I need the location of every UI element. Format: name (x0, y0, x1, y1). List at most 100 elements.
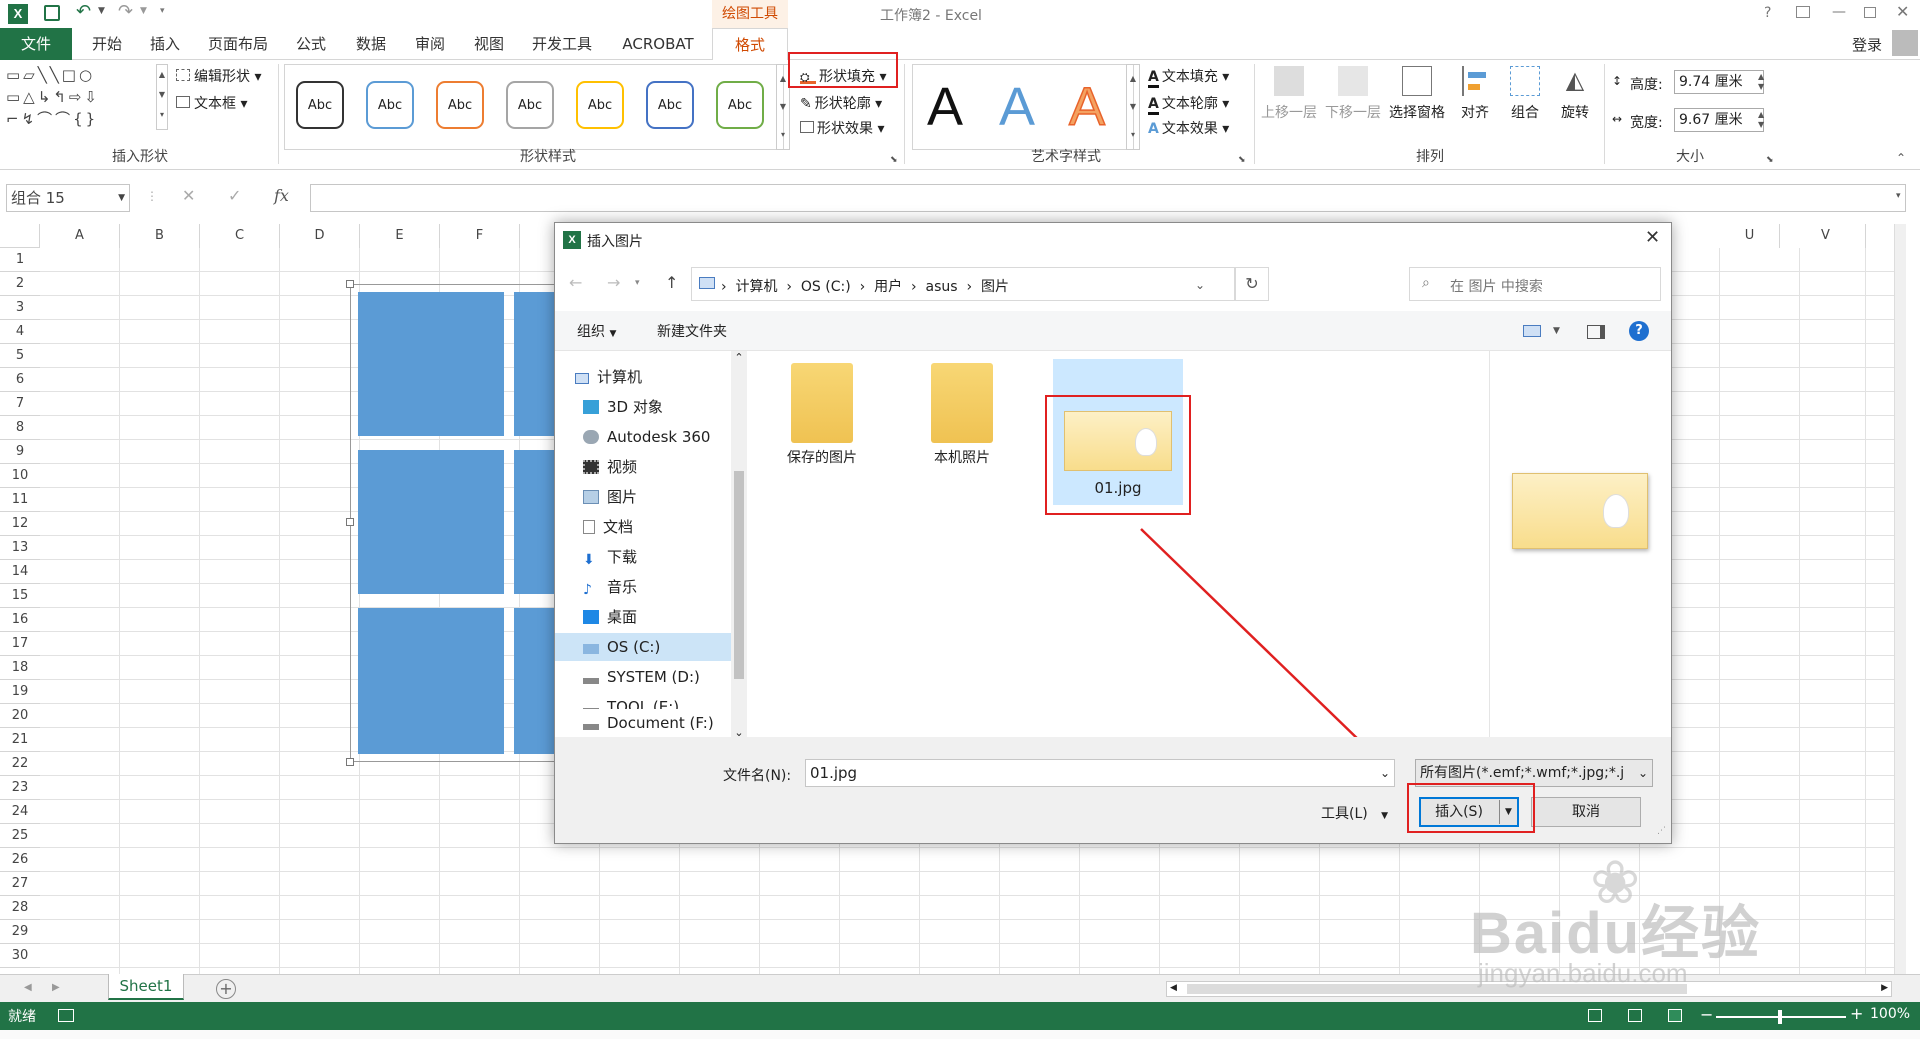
zoom-level[interactable]: 100% (1870, 1006, 1910, 1022)
select-all-corner[interactable] (0, 224, 40, 248)
resize-handle[interactable] (346, 518, 354, 526)
redo-icon[interactable]: ↷ (118, 3, 133, 21)
row-header[interactable]: 5 (0, 344, 40, 368)
shape-style-3[interactable]: Abc (436, 81, 484, 129)
shape-style-4[interactable]: Abc (506, 81, 554, 129)
filename-dropdown-icon[interactable]: ⌄ (1380, 760, 1390, 786)
tab-acrobat[interactable]: ACROBAT (612, 28, 704, 60)
text-effects-button[interactable]: A 文本效果 ▾ (1148, 118, 1229, 138)
ribbon-display-icon[interactable] (1796, 6, 1810, 18)
tab-home[interactable]: 开始 (82, 28, 132, 60)
close-window-icon[interactable]: ✕ (1896, 4, 1909, 20)
column-header[interactable]: V (1786, 224, 1866, 248)
row-header[interactable]: 28 (0, 896, 40, 920)
column-header[interactable]: E (360, 224, 440, 248)
text-fill-button[interactable]: A 文本填充 ▾ (1148, 66, 1229, 88)
row-header[interactable]: 12 (0, 512, 40, 536)
help-icon[interactable]: ? (1764, 6, 1771, 20)
shape-block-4[interactable] (514, 450, 554, 594)
shape-style-1[interactable]: Abc (296, 81, 344, 129)
name-box[interactable]: 组合 15 ▼ (6, 184, 130, 212)
row-header[interactable]: 23 (0, 776, 40, 800)
shape-style-gallery[interactable]: Abc Abc Abc Abc Abc Abc Abc (284, 64, 784, 150)
size-launcher-icon[interactable]: ⬊ (1766, 156, 1774, 165)
redo-dropdown-icon[interactable]: ▼ (140, 7, 147, 16)
row-header[interactable]: 8 (0, 416, 40, 440)
shape-block-6[interactable] (514, 608, 554, 754)
row-header[interactable]: 4 (0, 320, 40, 344)
save-icon[interactable] (44, 5, 60, 21)
row-header[interactable]: 10 (0, 464, 40, 488)
row-header[interactable]: 20 (0, 704, 40, 728)
cancel-entry-icon[interactable]: ✕ (182, 188, 195, 204)
row-header[interactable]: 13 (0, 536, 40, 560)
shape-effects-button[interactable]: 形状效果 ▾ (800, 118, 884, 138)
tab-review[interactable]: 审阅 (405, 28, 455, 60)
shape-block-3[interactable] (358, 450, 504, 594)
sheet-tab-active[interactable]: Sheet1 (108, 974, 184, 1000)
rotate-button[interactable]: ◭ 旋转 (1552, 66, 1598, 146)
zoom-out-icon[interactable]: − (1700, 1005, 1713, 1024)
shape-block-2[interactable] (514, 292, 554, 436)
row-header[interactable]: 26 (0, 848, 40, 872)
width-spinner-icon[interactable]: ▲ ▼ (1758, 110, 1764, 130)
height-spinner-icon[interactable]: ▲ ▼ (1758, 72, 1764, 92)
zoom-slider[interactable] (1716, 1010, 1846, 1024)
tab-formulas[interactable]: 公式 (286, 28, 336, 60)
wordart-scroll-icon[interactable]: ▲ ▼ ▾ (1126, 64, 1140, 150)
macro-record-icon[interactable] (58, 1009, 74, 1022)
tab-data[interactable]: 数据 (346, 28, 396, 60)
resize-grip-icon[interactable]: ⋰ (1657, 827, 1666, 836)
vertical-scrollbar[interactable] (1894, 224, 1906, 976)
row-header[interactable]: 7 (0, 392, 40, 416)
text-outline-button[interactable]: A 文本轮廓 ▾ (1148, 93, 1229, 115)
width-input[interactable]: 9.67 厘米 (1674, 108, 1764, 132)
row-header[interactable]: 2 (0, 272, 40, 296)
insert-function-icon[interactable]: fx (274, 188, 289, 204)
row-header[interactable]: 17 (0, 632, 40, 656)
column-header[interactable]: C (200, 224, 280, 248)
row-header[interactable]: 6 (0, 368, 40, 392)
shapes-gallery-scroll-icon[interactable]: ▲ ▼ ▾ (156, 64, 168, 130)
cancel-button[interactable]: 取消 (1531, 797, 1641, 827)
column-header[interactable]: F (440, 224, 520, 248)
confirm-entry-icon[interactable]: ✓ (228, 188, 241, 204)
zoom-in-icon[interactable]: + (1850, 1004, 1863, 1023)
text-box-button[interactable]: 文本框 ▾ (176, 93, 247, 113)
zoom-slider-thumb[interactable] (1778, 1010, 1782, 1024)
next-sheet-icon[interactable]: ▶ (52, 983, 60, 993)
name-box-dropdown-icon[interactable]: ▼ (118, 185, 125, 211)
shapes-gallery[interactable]: ▭▱╲╲□○ ▭△↳↰⇨⇩ ⌐↯⌒⌒{} (6, 64, 156, 130)
height-input[interactable]: 9.74 厘米 (1674, 70, 1764, 94)
shape-styles-launcher-icon[interactable]: ⬊ (890, 156, 898, 165)
shape-style-7[interactable]: Abc (716, 81, 764, 129)
formula-input[interactable] (310, 184, 1906, 212)
tab-file[interactable]: 文件 (0, 28, 72, 60)
undo-dropdown-icon[interactable]: ▼ (98, 7, 105, 16)
login-link[interactable]: 登录 (1852, 34, 1882, 55)
undo-icon[interactable]: ↶ (76, 3, 91, 21)
page-layout-view-icon[interactable] (1628, 1009, 1642, 1022)
column-header[interactable]: U (1720, 224, 1780, 248)
customize-qat-icon[interactable]: ▾ (160, 7, 165, 16)
wordart-style-3[interactable]: A (1068, 76, 1106, 138)
wordart-style-1[interactable]: A (927, 77, 963, 137)
tab-insert[interactable]: 插入 (140, 28, 190, 60)
row-header[interactable]: 30 (0, 944, 40, 968)
row-header[interactable]: 19 (0, 680, 40, 704)
expand-formula-bar-icon[interactable]: ▾ (1896, 192, 1901, 201)
row-header[interactable]: 27 (0, 872, 40, 896)
align-button[interactable]: 对齐 (1452, 66, 1498, 146)
row-header[interactable]: 25 (0, 824, 40, 848)
group-button[interactable]: 组合 (1502, 66, 1548, 146)
row-header[interactable]: 18 (0, 656, 40, 680)
row-header[interactable]: 29 (0, 920, 40, 944)
shape-block-5[interactable] (358, 608, 504, 754)
edit-shape-button[interactable]: 编辑形状 ▾ (176, 66, 261, 86)
column-header[interactable]: B (120, 224, 200, 248)
restore-icon[interactable] (1864, 7, 1876, 18)
wordart-gallery[interactable]: A A A (912, 64, 1134, 150)
shape-style-5[interactable]: Abc (576, 81, 624, 129)
filename-input[interactable]: 01.jpg ⌄ (805, 759, 1395, 787)
tab-view[interactable]: 视图 (464, 28, 514, 60)
